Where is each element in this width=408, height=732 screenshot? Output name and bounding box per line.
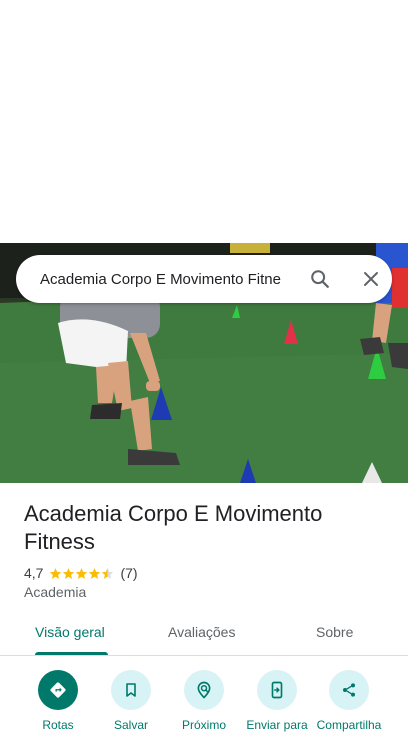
star-half-icon	[102, 567, 114, 579]
directions-label: Rotas	[42, 718, 74, 732]
close-icon[interactable]	[359, 267, 383, 291]
nearby-label: Próximo	[181, 718, 226, 732]
share-button[interactable]: Compartilha	[309, 670, 389, 732]
send-to-phone-icon	[257, 670, 297, 710]
search-icon[interactable]	[308, 267, 332, 291]
send-to-phone-button[interactable]: Enviar para	[237, 670, 317, 732]
star-icon	[76, 567, 88, 579]
tab-about[interactable]: Sobre	[316, 624, 353, 640]
star-icon	[50, 567, 62, 579]
share-label: Compartilha	[316, 718, 382, 732]
place-title: Academia Corpo E Movimento Fitness	[24, 501, 323, 554]
star-icon	[89, 567, 101, 579]
send-to-phone-label: Enviar para	[246, 718, 308, 732]
directions-button[interactable]: Rotas	[18, 670, 98, 732]
star-icon	[63, 567, 75, 579]
tab-bar: Visão geral Avaliações Sobre	[0, 612, 408, 655]
place-category: Academia	[24, 584, 87, 600]
star-rating	[49, 567, 114, 580]
rating-row[interactable]: 4,7 (7)	[24, 564, 138, 582]
tab-reviews[interactable]: Avaliações	[168, 624, 235, 640]
search-input[interactable]: Academia Corpo E Movimento Fitne	[40, 271, 286, 288]
bookmark-icon	[111, 670, 151, 710]
map-area[interactable]	[0, 0, 408, 243]
directions-icon	[38, 670, 78, 710]
nearby-button[interactable]: Próximo	[164, 670, 244, 732]
nearby-icon	[184, 670, 224, 710]
search-bar[interactable]: Academia Corpo E Movimento Fitne	[16, 255, 392, 303]
action-bar: Rotas Salvar Próximo Enviar para Compart…	[0, 656, 408, 732]
share-icon	[329, 670, 369, 710]
save-label: Salvar	[113, 718, 148, 732]
save-button[interactable]: Salvar	[91, 670, 171, 732]
rating-value: 4,7	[24, 565, 44, 581]
review-count[interactable]: (7)	[120, 565, 137, 581]
tab-overview[interactable]: Visão geral	[35, 624, 105, 640]
